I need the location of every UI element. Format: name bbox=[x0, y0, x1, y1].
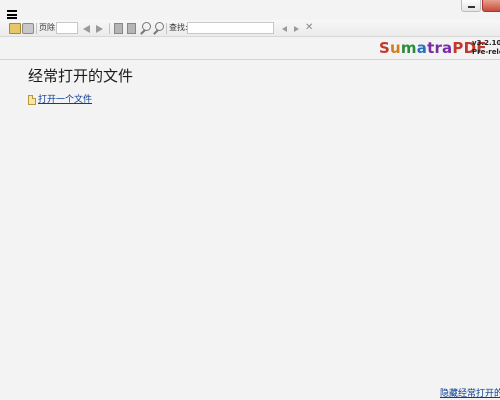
open-folder-icon[interactable] bbox=[9, 23, 21, 34]
menu-icon[interactable] bbox=[7, 10, 17, 19]
frequently-read-heading: 经常打开的文件 bbox=[28, 67, 134, 85]
find-next-icon[interactable] bbox=[294, 26, 299, 32]
minimize-button[interactable] bbox=[461, 0, 481, 12]
print-icon[interactable] bbox=[22, 23, 34, 34]
find-prev-icon[interactable] bbox=[282, 26, 287, 32]
sumatra-logo: SumatraPDF bbox=[379, 39, 487, 57]
single-page-icon[interactable] bbox=[114, 23, 123, 34]
prev-page-icon[interactable] bbox=[83, 25, 90, 33]
match-case-icon[interactable]: ✕ bbox=[305, 22, 313, 34]
toolbar-separator bbox=[109, 23, 110, 34]
hide-frequently-read-link[interactable]: 隐藏经常打开的 bbox=[440, 388, 500, 400]
open-document-link[interactable]: 打开一个文件 bbox=[38, 94, 92, 106]
close-button[interactable] bbox=[482, 0, 500, 12]
title-bar bbox=[0, 0, 500, 20]
facing-pages-icon[interactable] bbox=[127, 23, 136, 34]
toolbar-separator bbox=[166, 23, 167, 34]
find-input[interactable] bbox=[187, 22, 274, 34]
zoom-out-icon[interactable] bbox=[152, 22, 164, 34]
version-label: v3.2.107 Pre-rele bbox=[472, 39, 500, 57]
prerelease-label: Pre-rele bbox=[472, 48, 500, 56]
page-number-input[interactable] bbox=[56, 22, 78, 34]
toolbar-separator bbox=[36, 23, 37, 34]
brand-bar: SumatraPDF v3.2.107 Pre-rele bbox=[0, 38, 500, 60]
next-page-icon[interactable] bbox=[96, 25, 103, 33]
page-label: 页除 bbox=[39, 23, 55, 32]
zoom-in-icon[interactable] bbox=[139, 22, 151, 34]
version-number: v3.2.107 bbox=[472, 39, 500, 47]
sumatra-window: 页除 查找: ✕ SumatraPDF v3.2.107 Pre-rele 经常… bbox=[0, 0, 500, 400]
find-label: 查找: bbox=[169, 23, 188, 32]
toolbar: 页除 查找: ✕ bbox=[0, 20, 500, 37]
open-file-icon bbox=[28, 95, 36, 105]
